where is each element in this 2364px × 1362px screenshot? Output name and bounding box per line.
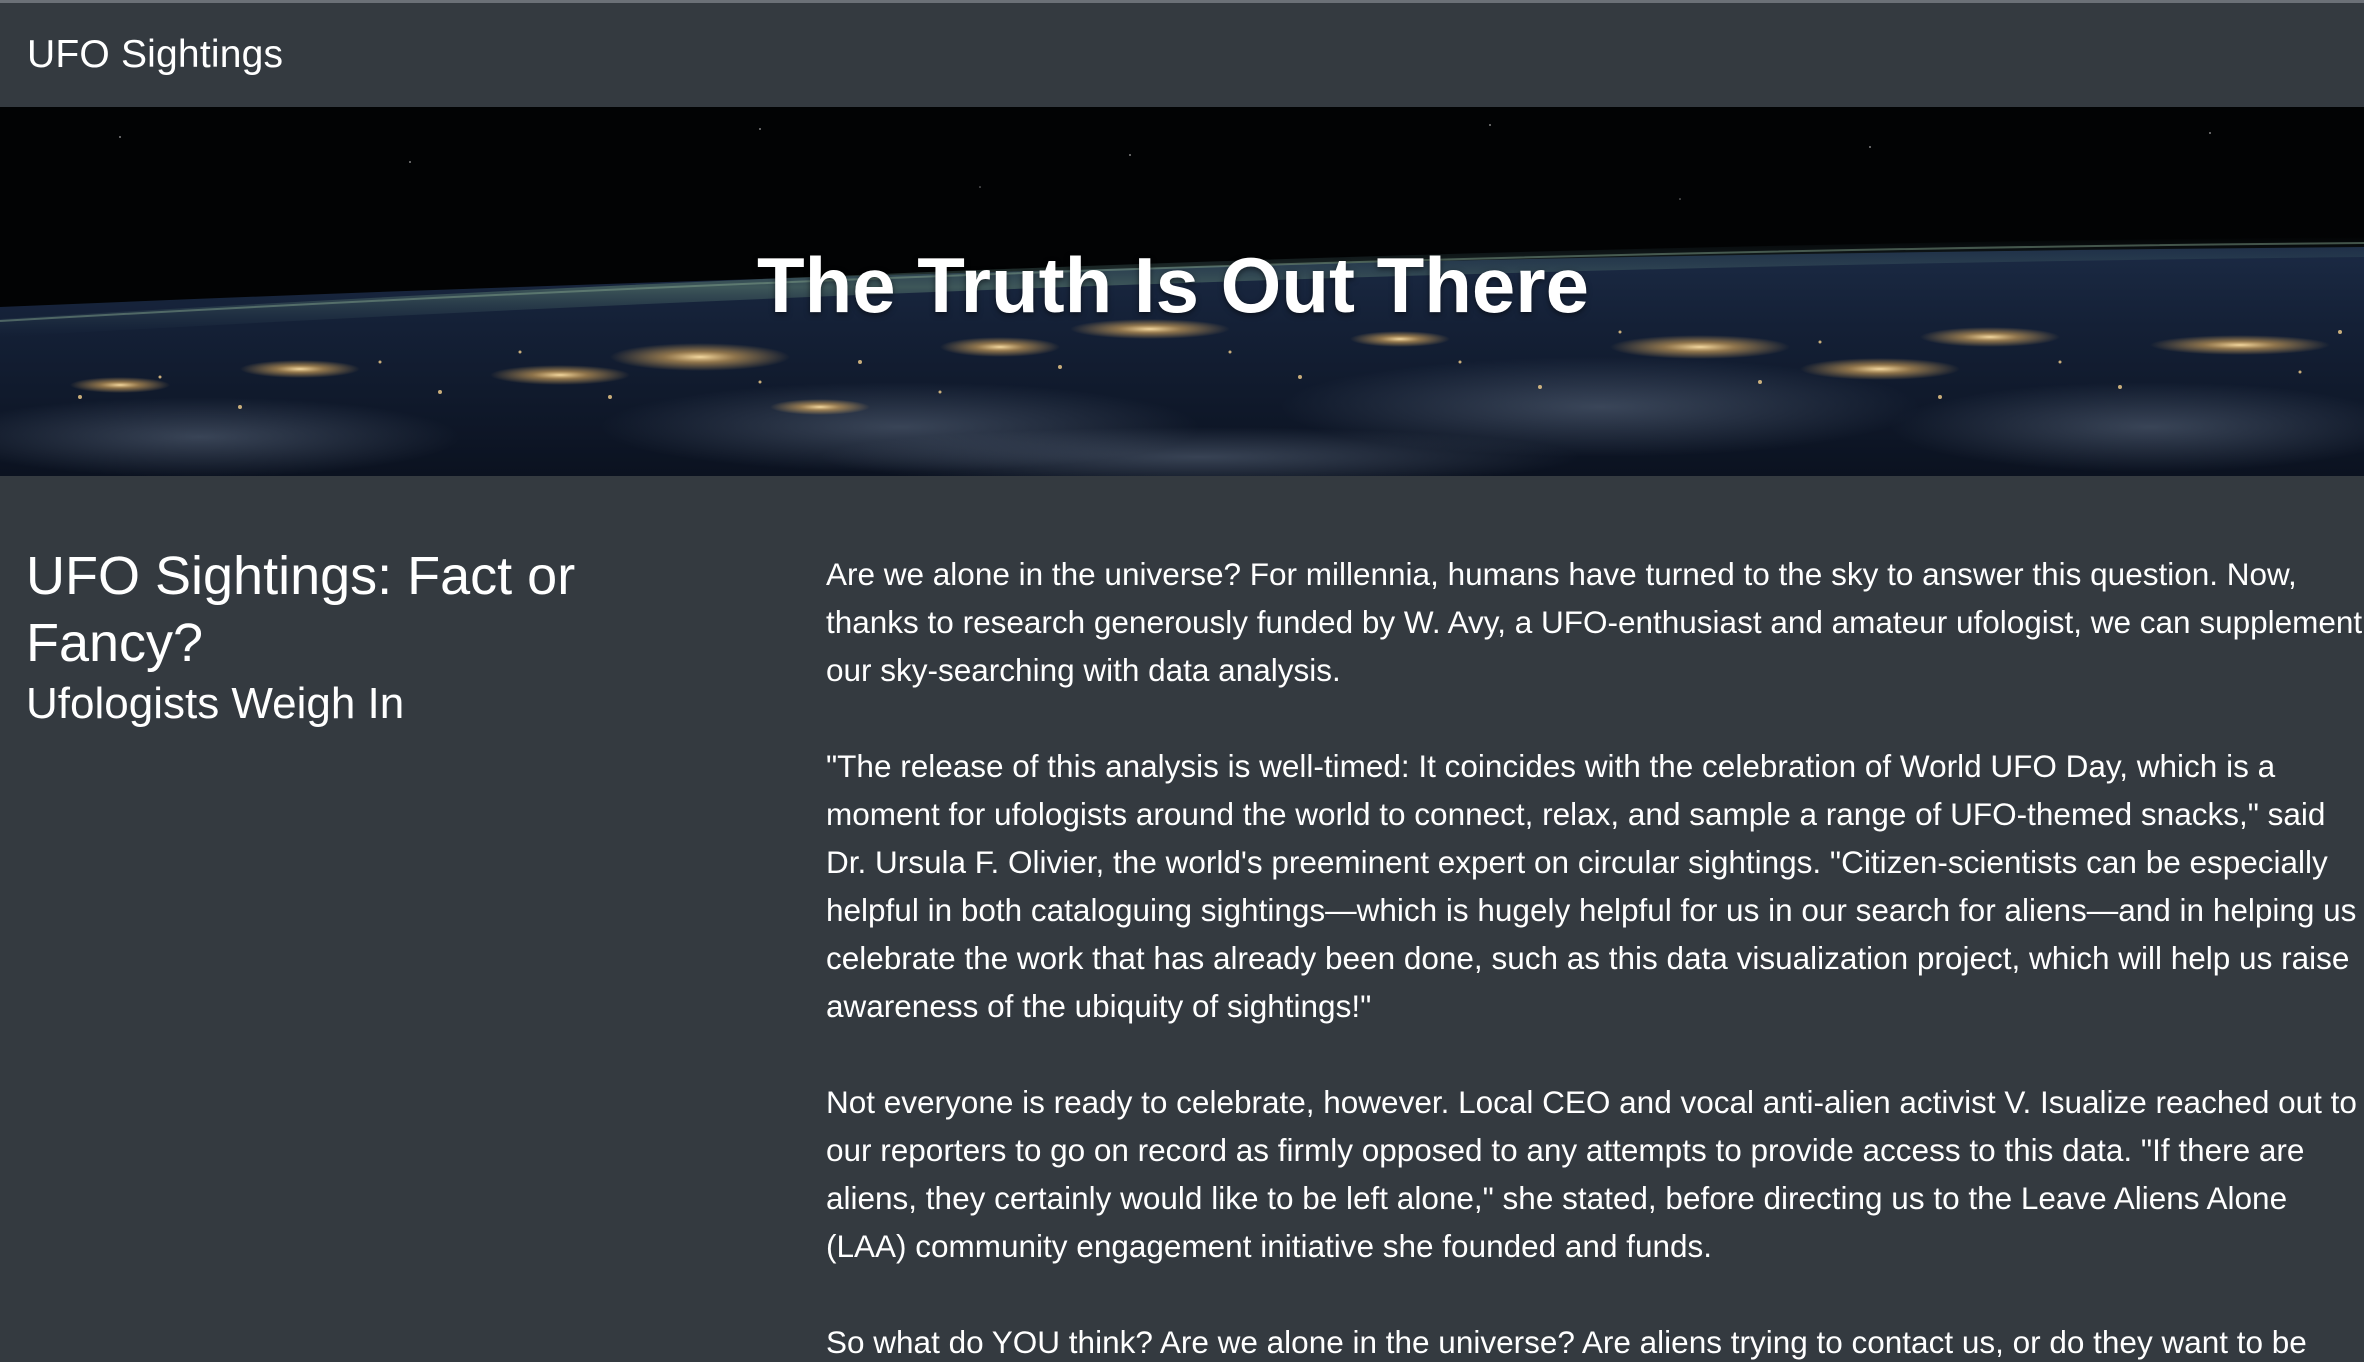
article-headline: UFO Sightings: Fact or Fancy? (26, 546, 576, 673)
article-paragraph: Are we alone in the universe? For millen… (826, 556, 2363, 688)
article-heading-column: UFO Sightings: Fact or Fancy? Ufologists… (0, 543, 800, 1362)
article-paragraph: Not everyone is ready to celebrate, howe… (826, 1084, 2357, 1264)
navbar-brand-link[interactable]: UFO Sightings (27, 33, 283, 77)
hero-title: The Truth Is Out There (756, 241, 1590, 329)
article-body: Are we alone in the universe? For millen… (800, 550, 2364, 1362)
article-paragraph: So what do YOU think? Are we alone in th… (826, 1324, 2307, 1360)
article-paragraph: "The release of this analysis is well-ti… (826, 748, 2357, 1024)
article-section: UFO Sightings: Fact or Fancy? Ufologists… (0, 476, 2364, 1362)
navbar: UFO Sightings (0, 3, 2364, 107)
hero-banner: The Truth Is Out There (0, 107, 2364, 476)
article-subheadline: Ufologists Weigh In (26, 679, 405, 728)
